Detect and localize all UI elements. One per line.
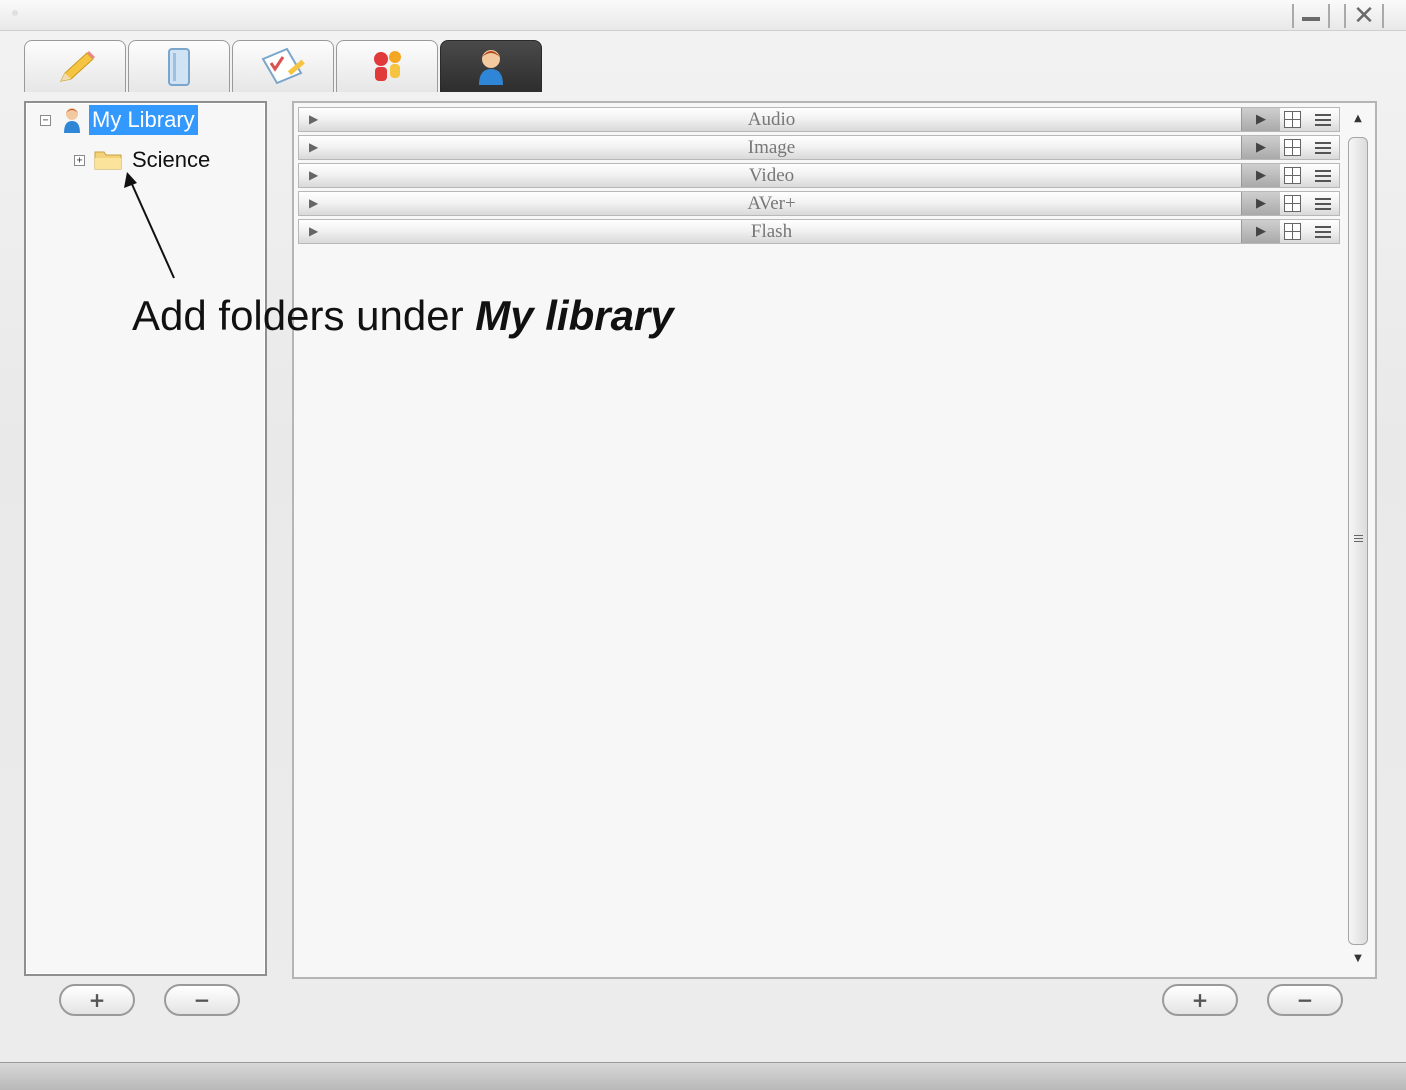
app-window: ✕ − My Library + Science ▶ Audio ▶ ▶ Ima…	[0, 0, 1406, 1090]
annotation-arrow	[124, 172, 175, 279]
annotation-lead: Add folders under	[132, 292, 476, 339]
annotation-emphasis: My library	[475, 292, 674, 339]
annotation-text: Add folders under My library	[132, 292, 674, 340]
